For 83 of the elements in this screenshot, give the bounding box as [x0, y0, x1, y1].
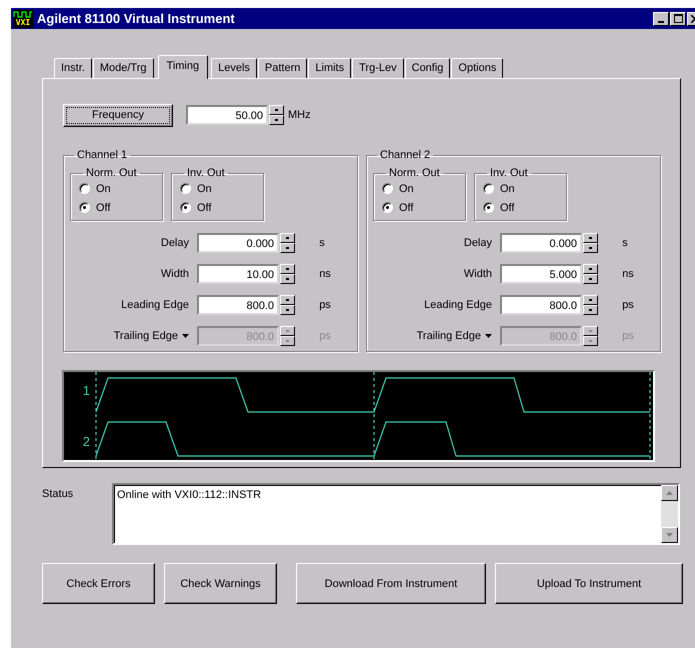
caret-icon[interactable] [485, 334, 492, 338]
value-field[interactable]: 800.0 [197, 295, 279, 315]
maximize-icon[interactable] [674, 14, 682, 23]
radio-option[interactable]: Off [79, 198, 162, 217]
window-title: Agilent 81100 Virtual Instrument [37, 11, 236, 26]
minimize-button[interactable] [653, 12, 669, 26]
action-button[interactable]: Upload To Instrument [495, 563, 683, 604]
radio-option[interactable]: Off [483, 198, 566, 217]
app-logo-icon: VXI [13, 10, 33, 28]
status-text: Online with VXI0::112::INSTR [116, 488, 262, 503]
scroll-down-icon[interactable] [661, 527, 678, 543]
unit-label: ns [319, 268, 332, 280]
radio-icon[interactable] [79, 202, 90, 213]
spin-buttons[interactable] [583, 233, 598, 253]
tab[interactable]: Instr. [54, 58, 92, 78]
tab[interactable]: Trg-Lev [352, 58, 404, 78]
unit-label: ps [319, 299, 332, 311]
spin-buttons[interactable] [269, 105, 284, 125]
channel-number: 1 [82, 383, 90, 398]
field-label: Leading Edge [121, 299, 189, 311]
group-title: Norm. Out [388, 167, 441, 179]
field-label: Width [160, 268, 189, 280]
tab[interactable]: Options [451, 58, 504, 78]
radio-option[interactable]: On [483, 179, 566, 198]
maximize-button[interactable] [670, 12, 686, 26]
radio-option[interactable]: On [180, 179, 263, 198]
spin-buttons[interactable] [280, 233, 295, 253]
spin-buttons[interactable] [583, 295, 598, 315]
radio-icon[interactable] [483, 202, 494, 213]
channel-number: 2 [82, 434, 90, 449]
radio-icon[interactable] [180, 183, 191, 194]
group-title: Channel 1 [76, 149, 128, 161]
group-title: Inv. Out [186, 167, 226, 179]
spin-buttons[interactable] [583, 326, 598, 346]
tab[interactable]: Config [404, 58, 450, 78]
spin-buttons[interactable] [280, 295, 295, 315]
radio-option[interactable]: On [79, 179, 162, 198]
group-title: Norm. Out [85, 167, 138, 179]
radio-icon[interactable] [382, 183, 393, 194]
tab[interactable]: Mode/Trg [92, 58, 154, 78]
status-label: Status [42, 487, 74, 502]
field-label: Delay [160, 237, 189, 249]
frequency-field[interactable]: 50.00 [186, 105, 268, 125]
action-button[interactable]: Check Errors [42, 563, 155, 604]
spin-buttons[interactable] [280, 264, 295, 284]
frequency-button[interactable]: Frequency [63, 104, 173, 126]
caret-icon[interactable] [182, 334, 189, 338]
tab[interactable]: Limits [308, 58, 352, 78]
action-button[interactable]: Download From Instrument [296, 563, 486, 604]
value-field[interactable]: 800.0 [500, 295, 582, 315]
value-field[interactable]: 5.000 [500, 264, 582, 284]
unit-label: s [319, 237, 326, 249]
tab[interactable]: Pattern [258, 58, 308, 78]
group-title: Inv. Out [489, 167, 529, 179]
radio-icon[interactable] [382, 202, 393, 213]
field-label: Trailing Edge [416, 330, 481, 342]
spin-buttons[interactable] [583, 264, 598, 284]
field-label: Width [464, 268, 492, 280]
value-field[interactable]: 10.00 [197, 264, 279, 284]
scrollbar[interactable] [661, 485, 678, 543]
unit-label: ps [622, 299, 635, 311]
radio-option[interactable]: Off [382, 198, 465, 217]
value-field[interactable]: 0.000 [197, 233, 279, 253]
tab[interactable]: Timing [158, 55, 208, 79]
scroll-up-icon[interactable] [661, 485, 678, 501]
unit-label: ps [622, 330, 635, 342]
radio-option[interactable]: Off [180, 198, 263, 217]
unit-label: ps [319, 330, 332, 342]
tab[interactable]: Levels [211, 58, 257, 78]
group-title: Channel 2 [379, 149, 432, 161]
radio-icon[interactable] [180, 202, 191, 213]
radio-icon[interactable] [79, 183, 90, 194]
spin-buttons[interactable] [280, 326, 295, 346]
radio-option[interactable]: On [382, 179, 465, 198]
unit-label: MHz [288, 109, 311, 121]
field-label: Trailing Edge [114, 330, 178, 342]
radio-icon[interactable] [483, 183, 494, 194]
unit-label: s [622, 237, 629, 249]
field-label: Leading Edge [424, 299, 492, 311]
value-field[interactable]: 0.000 [500, 233, 582, 253]
unit-label: ns [622, 268, 635, 280]
field-label: Delay [464, 237, 492, 249]
action-button[interactable]: Check Warnings [164, 563, 277, 604]
